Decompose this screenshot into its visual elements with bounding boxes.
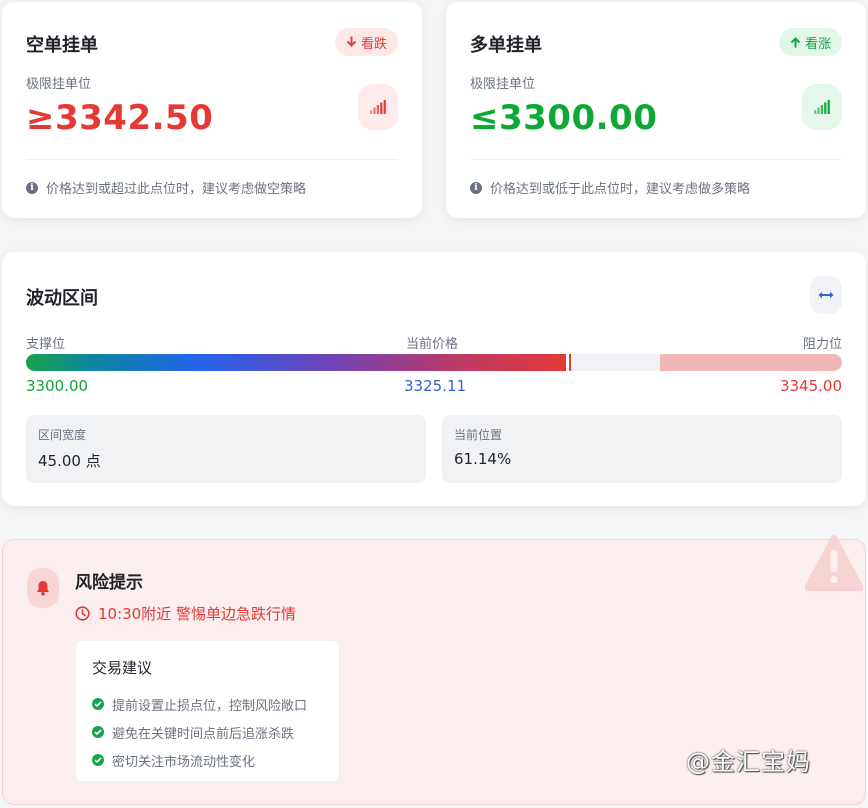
risk-time-note: 10:30附近 警惕单边急跌行情	[75, 603, 296, 624]
current-position-box: 当前位置 61.14%	[442, 415, 842, 483]
check-circle-icon	[92, 698, 104, 710]
range-title: 波动区间	[26, 288, 98, 309]
advice-title: 交易建议	[92, 659, 153, 677]
info-icon: i	[26, 181, 38, 194]
current-price-label: 当前价格	[406, 337, 459, 352]
long-order-value: ≤3300.00	[470, 98, 658, 138]
long-order-sub-label: 极限挂单位	[470, 77, 536, 92]
check-circle-icon	[92, 754, 104, 766]
long-order-note: i 价格达到或低于此点位时，建议考虑做多策略	[470, 178, 750, 197]
short-order-note: i 价格达到或超过此点位时，建议考虑做空策略	[26, 178, 306, 197]
current-price-marker-line	[569, 354, 571, 371]
advice-item-text: 避免在关键时间点前后追涨杀跌	[112, 726, 295, 742]
support-value: 3300.00	[26, 377, 89, 395]
support-label: 支撑位	[26, 337, 66, 352]
long-order-title: 多单挂单	[470, 35, 542, 56]
advice-item-text: 提前设置止损点位，控制风险敞口	[112, 698, 308, 714]
risk-title: 风险提示	[75, 573, 143, 593]
short-order-title: 空单挂单	[26, 35, 98, 56]
resistance-label: 阻力位	[802, 337, 842, 352]
advice-box: 交易建议 提前设置止损点位，控制风险敞口 避免在关键时间点前后追涨杀跌 密切关注…	[76, 641, 339, 781]
check-circle-icon	[92, 726, 104, 738]
signal-icon	[370, 100, 386, 114]
range-width-label: 区间宽度	[38, 428, 87, 442]
bearish-badge: 看跌	[334, 28, 398, 56]
short-order-value: ≥3342.50	[26, 98, 214, 138]
current-position-label: 当前位置	[454, 428, 503, 442]
swap-horizontal-icon	[818, 291, 834, 299]
short-order-sub-label: 极限挂单位	[26, 77, 92, 92]
advice-item: 提前设置止损点位，控制风险敞口	[92, 690, 323, 718]
advice-item: 避免在关键时间点前后追涨杀跌	[92, 718, 323, 746]
advice-item: 密切关注市场流动性变化	[92, 746, 323, 774]
range-bar-fill	[26, 354, 570, 371]
range-width-box: 区间宽度 45.00 点	[26, 415, 426, 483]
short-signal-button[interactable]	[358, 84, 398, 130]
long-order-note-text: 价格达到或低于此点位时，建议考虑做多策略	[490, 182, 751, 197]
bullish-badge: 看涨	[778, 28, 842, 56]
down-arrow-icon	[346, 36, 357, 47]
short-order-divider	[26, 159, 398, 160]
long-order-divider	[470, 159, 842, 160]
range-swap-button[interactable]	[810, 276, 842, 314]
warning-icon	[804, 534, 864, 596]
resistance-zone	[660, 354, 842, 371]
current-price-value: 3325.11	[404, 377, 467, 395]
long-signal-button[interactable]	[802, 84, 842, 130]
watermark: @金汇宝妈	[686, 748, 811, 776]
risk-time-text: 10:30附近 警惕单边急跌行情	[98, 605, 296, 623]
resistance-value: 3345.00	[779, 377, 842, 395]
long-order-card: 多单挂单 看涨 极限挂单位 ≤3300.00 i 价格达到或低于此点位时，建议考…	[446, 2, 866, 218]
up-arrow-icon	[790, 37, 801, 48]
range-bar	[26, 354, 842, 371]
range-width-value: 45.00 点	[38, 452, 101, 470]
current-position-value: 61.14%	[454, 450, 512, 468]
bell-icon	[27, 568, 59, 608]
range-card: 波动区间 支撑位 当前价格 阻力位 3300.00 3325.11 3345.0…	[2, 252, 866, 506]
short-order-card: 空单挂单 看跌 极限挂单位 ≥3342.50 i 价格达到或超过此点位时，建议考…	[2, 2, 422, 218]
advice-item-text: 密切关注市场流动性变化	[112, 754, 256, 770]
info-icon: i	[470, 181, 482, 194]
bullish-badge-label: 看涨	[804, 36, 831, 52]
signal-icon	[814, 100, 830, 114]
bearish-badge-label: 看跌	[360, 36, 387, 52]
short-order-note-text: 价格达到或超过此点位时，建议考虑做空策略	[46, 182, 307, 197]
clock-icon	[75, 606, 90, 621]
